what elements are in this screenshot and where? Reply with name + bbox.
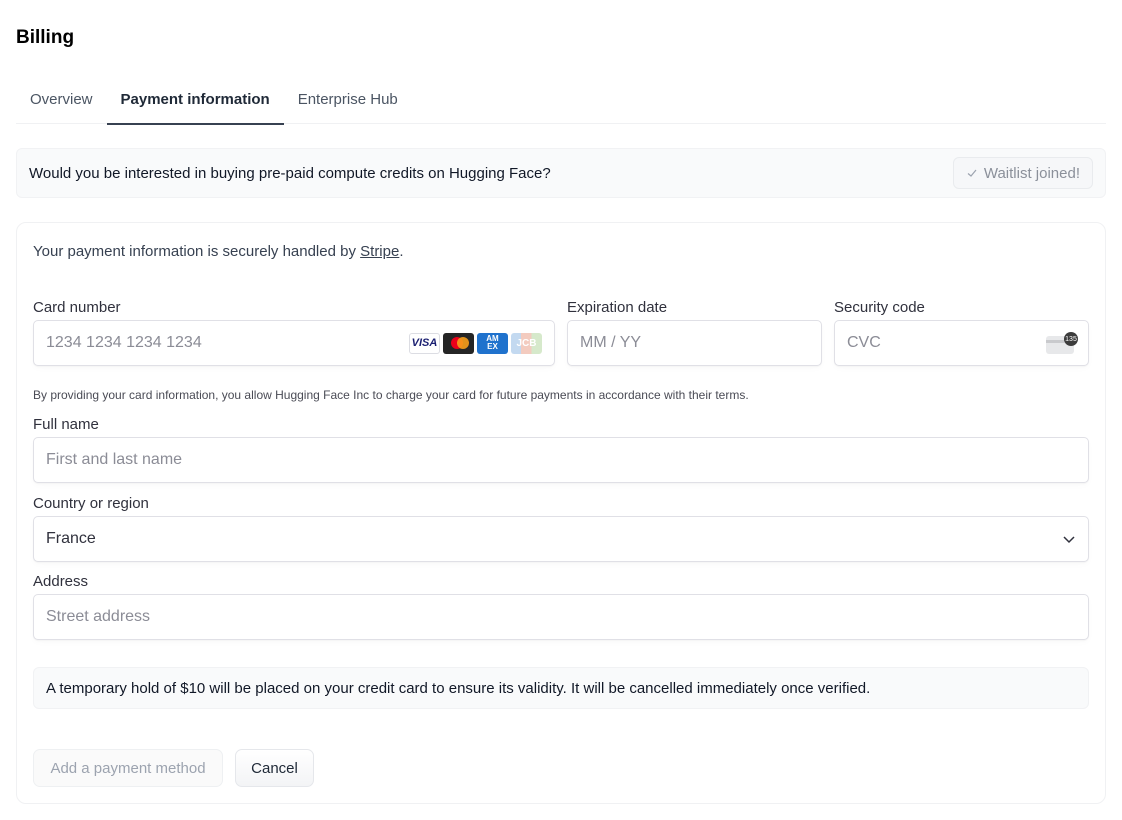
- country-label: Country or region: [33, 495, 149, 512]
- expiration-date-input[interactable]: MM / YY: [567, 320, 822, 366]
- secure-text-suffix: .: [399, 243, 404, 260]
- address-placeholder: Street address: [46, 608, 151, 625]
- full-name-label: Full name: [33, 416, 99, 433]
- address-input[interactable]: Street address: [33, 594, 1089, 640]
- expiration-date-label: Expiration date: [567, 299, 668, 316]
- tab-payment-information[interactable]: Payment information: [106, 76, 284, 125]
- temporary-hold-notice: A temporary hold of $10 will be placed o…: [33, 667, 1089, 709]
- card-consent-text: By providing your card information, you …: [33, 388, 749, 402]
- mastercard-icon: [443, 332, 474, 354]
- chevron-down-icon: [1063, 536, 1075, 544]
- waitlist-button-label: Waitlist joined!: [983, 164, 1080, 182]
- full-name-placeholder: First and last name: [46, 451, 183, 468]
- security-code-input[interactable]: CVC 135: [834, 320, 1089, 366]
- billing-tabs: Overview Payment information Enterprise …: [16, 76, 1106, 125]
- full-name-input[interactable]: First and last name: [33, 437, 1089, 483]
- card-number-input[interactable]: 1234 1234 1234 1234 VISA AM EX JCB: [33, 320, 555, 366]
- cancel-button[interactable]: Cancel: [235, 749, 314, 787]
- waitlist-question: Would you be interested in buying pre-pa…: [29, 164, 551, 182]
- waitlist-banner: Would you be interested in buying pre-pa…: [16, 148, 1106, 198]
- jcb-icon: JCB: [511, 332, 542, 354]
- payment-form-card: Your payment information is securely han…: [16, 222, 1106, 804]
- cvc-card-icon: 135: [1046, 332, 1078, 354]
- add-payment-method-button[interactable]: Add a payment method: [33, 749, 223, 787]
- tab-overview[interactable]: Overview: [16, 76, 107, 124]
- visa-icon: VISA: [409, 332, 440, 354]
- secure-text-prefix: Your payment information is securely han…: [33, 243, 361, 260]
- page-title: Billing: [16, 27, 75, 48]
- card-number-label: Card number: [33, 299, 121, 316]
- security-code-label: Security code: [834, 299, 925, 316]
- cvc-placeholder: CVC: [847, 334, 881, 351]
- amex-icon: AM EX: [477, 332, 508, 354]
- secure-handling-text: Your payment information is securely han…: [33, 243, 404, 260]
- card-brand-icons: VISA AM EX JCB: [409, 332, 542, 354]
- card-number-placeholder: 1234 1234 1234 1234: [46, 334, 202, 351]
- cvc-badge: 135: [1064, 332, 1078, 346]
- country-select[interactable]: France: [33, 516, 1089, 562]
- check-icon: [967, 169, 977, 177]
- waitlist-joined-button[interactable]: Waitlist joined!: [952, 157, 1093, 189]
- tab-enterprise-hub[interactable]: Enterprise Hub: [284, 76, 412, 124]
- expiration-placeholder: MM / YY: [580, 334, 642, 351]
- stripe-link[interactable]: Stripe: [360, 243, 399, 260]
- country-value: France: [46, 530, 96, 547]
- address-label: Address: [33, 573, 89, 590]
